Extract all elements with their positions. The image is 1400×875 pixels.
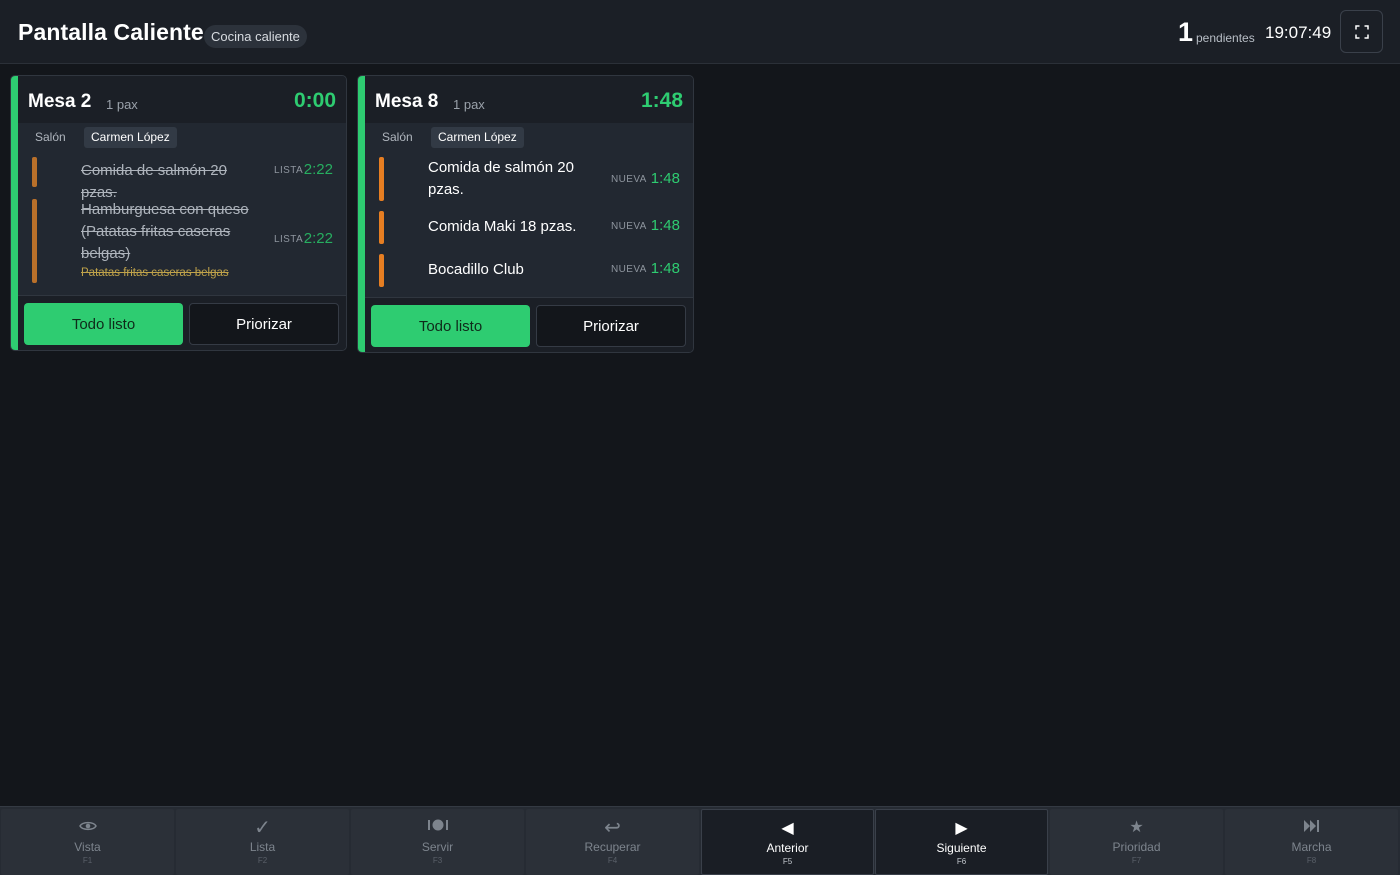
view-button[interactable]: Vista F1 xyxy=(1,809,174,875)
order-item[interactable]: Bocadillo Club NUEVA 1:48 xyxy=(365,254,693,288)
order-items: Salón Carmen López Comida de salmón 20 p… xyxy=(365,123,693,297)
tool-shortcut: F1 xyxy=(82,856,93,865)
item-status-bar xyxy=(32,157,37,187)
item-status-bar xyxy=(379,157,384,201)
order-card[interactable]: Mesa 2 1 pax 0:00 Salón Carmen López Com… xyxy=(10,75,347,351)
all-ready-button[interactable]: Todo listo xyxy=(371,305,530,347)
item-timer: 2:22 xyxy=(303,230,333,247)
tool-label: Servir xyxy=(421,840,454,854)
order-card-header: Mesa 8 1 pax 1:48 xyxy=(365,76,693,123)
pax-count: 1 pax xyxy=(106,97,138,112)
tool-shortcut: F7 xyxy=(1131,856,1142,865)
tool-shortcut: F4 xyxy=(607,856,618,865)
skip-forward-icon xyxy=(1225,818,1398,838)
zone-tag: Salón xyxy=(382,130,413,144)
order-card-header: Mesa 2 1 pax 0:00 xyxy=(18,76,346,123)
item-timer: 1:48 xyxy=(650,217,680,234)
tool-label: Vista xyxy=(74,840,101,854)
fire-course-button[interactable]: Marcha F8 xyxy=(1225,809,1398,875)
table-name: Mesa 2 xyxy=(28,91,92,112)
order-item[interactable]: Comida de salmón 20 pzas. LISTA 2:22 xyxy=(18,155,346,201)
pending-label: pendientes xyxy=(1196,31,1255,45)
tool-label: Marcha xyxy=(1291,840,1332,854)
item-status-bar xyxy=(32,199,37,283)
next-button[interactable]: ▶ Siguiente F6 xyxy=(875,809,1048,875)
top-bar: Pantalla Caliente Cocina caliente 1 pend… xyxy=(0,0,1400,64)
triangle-right-icon: ▶ xyxy=(955,820,968,837)
table-name: Mesa 8 xyxy=(375,91,439,112)
waiter-tag: Carmen López xyxy=(431,127,524,148)
tool-label: Lista xyxy=(249,840,276,854)
serve-button[interactable]: Servir F3 xyxy=(351,809,524,875)
item-timer: 2:22 xyxy=(303,161,333,178)
station-badge: Cocina caliente xyxy=(204,25,307,48)
tool-label: Recuperar xyxy=(584,840,641,854)
tool-shortcut: F5 xyxy=(782,857,793,866)
star-icon: ★ xyxy=(1129,819,1144,836)
item-name: Comida de salmón 20 pzas. xyxy=(81,162,227,201)
undo-arrow-icon: ↩ xyxy=(604,817,621,839)
tool-label: Anterior xyxy=(766,841,809,855)
clock: 19:07:49 xyxy=(1265,23,1332,42)
fullscreen-icon xyxy=(1355,25,1369,39)
item-status-bar xyxy=(379,254,384,287)
pending-count: 1 xyxy=(1178,17,1194,47)
item-status: LISTA xyxy=(274,234,304,245)
function-key-toolbar: Vista F1 ✓ Lista F2 Servir F3 ↩ Recupera… xyxy=(0,806,1400,875)
item-name: Bocadillo Club xyxy=(428,261,524,278)
pax-count: 1 pax xyxy=(453,97,485,112)
elapsed-timer: 1:48 xyxy=(640,89,683,112)
tool-shortcut: F3 xyxy=(432,856,443,865)
order-card-actions: Todo listo Priorizar xyxy=(18,295,346,350)
previous-button[interactable]: ◀ Anterior F5 xyxy=(701,809,874,875)
card-status-accent xyxy=(358,76,365,352)
item-name: Hamburguesa con queso (Patatas fritas ca… xyxy=(81,201,249,262)
elapsed-timer: 0:00 xyxy=(293,89,336,112)
order-item[interactable]: Comida de salmón 20 pzas. NUEVA 1:48 xyxy=(365,157,693,203)
item-status: NUEVA xyxy=(611,264,647,275)
all-ready-button[interactable]: Todo listo xyxy=(24,303,183,345)
tool-shortcut: F2 xyxy=(257,856,268,865)
check-icon: ✓ xyxy=(254,817,271,839)
item-name: Comida Maki 18 pzas. xyxy=(428,218,577,235)
recover-button[interactable]: ↩ Recuperar F4 xyxy=(526,809,699,875)
zone-tag: Salón xyxy=(35,130,66,144)
prioritize-button[interactable]: Priorizar xyxy=(189,303,339,345)
item-modifier: Patatas fritas caseras belgas xyxy=(81,267,229,279)
order-item[interactable]: Comida Maki 18 pzas. NUEVA 1:48 xyxy=(365,211,693,245)
item-status-bar xyxy=(379,211,384,244)
waiter-tag: Carmen López xyxy=(84,127,177,148)
order-item[interactable]: Hamburguesa con queso (Patatas fritas ca… xyxy=(18,199,346,289)
serve-dish-icon xyxy=(351,818,524,838)
tool-label: Prioridad xyxy=(1112,840,1161,854)
prioritize-button[interactable]: Priorizar xyxy=(536,305,686,347)
page-title: Pantalla Caliente xyxy=(18,19,204,45)
ready-button[interactable]: ✓ Lista F2 xyxy=(176,809,349,875)
item-status: LISTA xyxy=(274,165,304,176)
card-status-accent xyxy=(11,76,18,350)
triangle-left-icon: ◀ xyxy=(781,820,794,837)
item-timer: 1:48 xyxy=(650,260,680,277)
item-timer: 1:48 xyxy=(650,170,680,187)
eye-icon xyxy=(1,818,174,838)
tool-shortcut: F6 xyxy=(956,857,967,866)
item-status: NUEVA xyxy=(611,174,647,185)
order-card-actions: Todo listo Priorizar xyxy=(365,297,693,352)
tool-label: Siguiente xyxy=(936,841,987,855)
order-card[interactable]: Mesa 8 1 pax 1:48 Salón Carmen López Com… xyxy=(357,75,694,353)
priority-button[interactable]: ★ Prioridad F7 xyxy=(1050,809,1223,875)
tool-shortcut: F8 xyxy=(1306,856,1317,865)
fullscreen-button[interactable] xyxy=(1340,10,1383,53)
item-status: NUEVA xyxy=(611,221,647,232)
order-items: Salón Carmen López Comida de salmón 20 p… xyxy=(18,123,346,295)
item-name: Comida de salmón 20 pzas. xyxy=(428,159,574,198)
